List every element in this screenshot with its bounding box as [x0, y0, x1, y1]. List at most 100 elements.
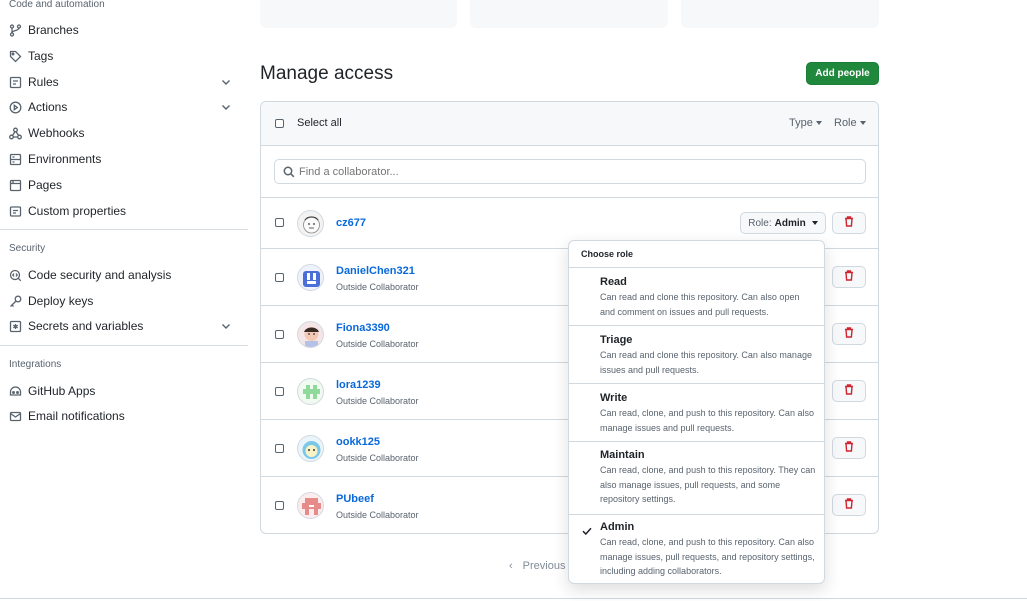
- type-filter-label: Type: [789, 117, 813, 129]
- role-option-name: Read: [600, 276, 627, 288]
- browser-icon: [9, 179, 22, 192]
- sidebar-item-pages[interactable]: Pages: [0, 173, 245, 197]
- collaborator-type: Outside Collaborator: [336, 282, 419, 292]
- search-box[interactable]: [274, 159, 866, 184]
- codescan-icon: [9, 269, 22, 282]
- avatar[interactable]: [297, 321, 324, 348]
- collaborator-type: Outside Collaborator: [336, 510, 419, 520]
- settings-sidebar: Code and automation Branches Tags Rules …: [0, 0, 248, 601]
- role-option-maintain[interactable]: Maintain Can read, clone, and push to th…: [569, 442, 824, 514]
- sidebar-item-label: Secrets and variables: [28, 319, 144, 333]
- mail-icon: [9, 410, 22, 423]
- remove-collaborator-button[interactable]: [832, 266, 866, 288]
- play-circle-icon: [9, 101, 22, 114]
- remove-collaborator-button[interactable]: [832, 380, 866, 402]
- row-checkbox[interactable]: [275, 218, 284, 227]
- role-option-admin[interactable]: Admin Can read, clone, and push to this …: [569, 515, 824, 583]
- sidebar-item-label: Pages: [28, 178, 63, 192]
- role-dropdown-menu: Choose role Read Can read and clone this…: [568, 240, 825, 584]
- remove-collaborator-button[interactable]: [832, 437, 866, 459]
- sidebar-item-webhooks[interactable]: Webhooks: [0, 121, 245, 145]
- role-option-write[interactable]: Write Can read, clone, and push to this …: [569, 384, 824, 441]
- sidebar-item-secrets[interactable]: Secrets and variables: [0, 314, 245, 338]
- collaborator-name[interactable]: lora1239: [336, 379, 381, 391]
- previous-page-button[interactable]: Previous: [523, 560, 566, 572]
- sidebar-item-label: Deploy keys: [28, 294, 94, 308]
- sidebar-item-label: Rules: [28, 75, 59, 89]
- trash-icon: [844, 327, 854, 341]
- sidebar-item-actions[interactable]: Actions: [0, 95, 245, 119]
- add-people-button[interactable]: Add people: [806, 62, 879, 85]
- chevron-down-icon[interactable]: [220, 76, 232, 88]
- trash-icon: [844, 270, 854, 284]
- trash-icon: [844, 216, 854, 230]
- tag-icon: [9, 50, 22, 63]
- role-option-description: Can read, clone, and push to this reposi…: [600, 537, 815, 576]
- search-input[interactable]: [299, 165, 865, 178]
- avatar[interactable]: [297, 210, 324, 237]
- select-all-label[interactable]: Select all: [297, 117, 342, 129]
- collaborator-name[interactable]: Fiona3390: [336, 322, 390, 334]
- role-filter-label: Role: [834, 117, 857, 129]
- remove-collaborator-button[interactable]: [832, 494, 866, 516]
- sidebar-item-environments[interactable]: Environments: [0, 147, 245, 171]
- remove-collaborator-button[interactable]: [832, 323, 866, 345]
- avatar[interactable]: [297, 264, 324, 291]
- sidebar-item-tags[interactable]: Tags: [0, 44, 245, 68]
- sidebar-divider: [0, 345, 248, 346]
- remove-collaborator-button[interactable]: [832, 212, 866, 234]
- git-branch-icon: [9, 23, 22, 37]
- apps-icon: [9, 385, 22, 398]
- avatar[interactable]: [297, 435, 324, 462]
- check-icon: [582, 525, 592, 536]
- role-select-button[interactable]: Role: Admin: [740, 212, 826, 234]
- sidebar-item-custom-properties[interactable]: Custom properties: [0, 199, 245, 223]
- sidebar-item-deploy-keys[interactable]: Deploy keys: [0, 289, 245, 313]
- collaborator-type: Outside Collaborator: [336, 396, 419, 406]
- sidebar-item-email-notifications[interactable]: Email notifications: [0, 404, 245, 428]
- collaborator-name[interactable]: cz677: [336, 217, 366, 229]
- role-option-name: Maintain: [600, 449, 645, 461]
- caret-down-icon: [815, 121, 822, 125]
- row-checkbox[interactable]: [275, 444, 284, 453]
- row-checkbox[interactable]: [275, 501, 284, 510]
- trash-icon: [844, 441, 854, 455]
- sidebar-item-github-apps[interactable]: GitHub Apps: [0, 379, 245, 403]
- caret-down-icon: [811, 221, 818, 225]
- key-icon: [9, 295, 22, 308]
- sidebar-item-code-security[interactable]: Code security and analysis: [0, 263, 245, 287]
- chevron-down-icon[interactable]: [220, 101, 232, 113]
- webhook-icon: [9, 127, 22, 140]
- chevron-down-icon[interactable]: [220, 320, 232, 332]
- permission-card: [470, 0, 668, 28]
- pagination: ‹ Previous: [509, 560, 565, 572]
- select-all-checkbox[interactable]: [275, 119, 284, 128]
- role-option-name: Write: [600, 392, 628, 404]
- role-filter-dropdown[interactable]: Role: [834, 117, 866, 129]
- rules-icon: [9, 76, 22, 89]
- collaborator-name[interactable]: PUbeef: [336, 493, 374, 505]
- role-option-description: Can read, clone, and push to this reposi…: [600, 465, 816, 504]
- sidebar-item-label: Email notifications: [28, 409, 125, 423]
- sidebar-item-label: Tags: [28, 49, 54, 63]
- row-checkbox[interactable]: [275, 273, 284, 282]
- avatar[interactable]: [297, 492, 324, 519]
- caret-down-icon: [859, 121, 866, 125]
- role-option-triage[interactable]: Triage Can read and clone this repositor…: [569, 326, 824, 383]
- sidebar-item-rules[interactable]: Rules: [0, 70, 245, 94]
- collaborator-name[interactable]: ookk125: [336, 436, 380, 448]
- sidebar-item-label: Branches: [28, 23, 79, 37]
- row-checkbox[interactable]: [275, 387, 284, 396]
- sidebar-item-branches[interactable]: Branches: [0, 18, 245, 42]
- avatar[interactable]: [297, 378, 324, 405]
- collaborator-name[interactable]: DanielChen321: [336, 265, 415, 277]
- row-checkbox[interactable]: [275, 330, 284, 339]
- chevron-left-icon: ‹: [509, 560, 513, 572]
- role-option-read[interactable]: Read Can read and clone this repository.…: [569, 268, 824, 325]
- collaborator-type: Outside Collaborator: [336, 453, 419, 463]
- role-prefix: Role:: [748, 217, 772, 229]
- list-header: Select all Type Role: [261, 102, 878, 146]
- type-filter-dropdown[interactable]: Type: [789, 117, 822, 129]
- page-title: Manage access: [260, 63, 394, 84]
- section-title-code-automation: Code and automation: [9, 0, 105, 10]
